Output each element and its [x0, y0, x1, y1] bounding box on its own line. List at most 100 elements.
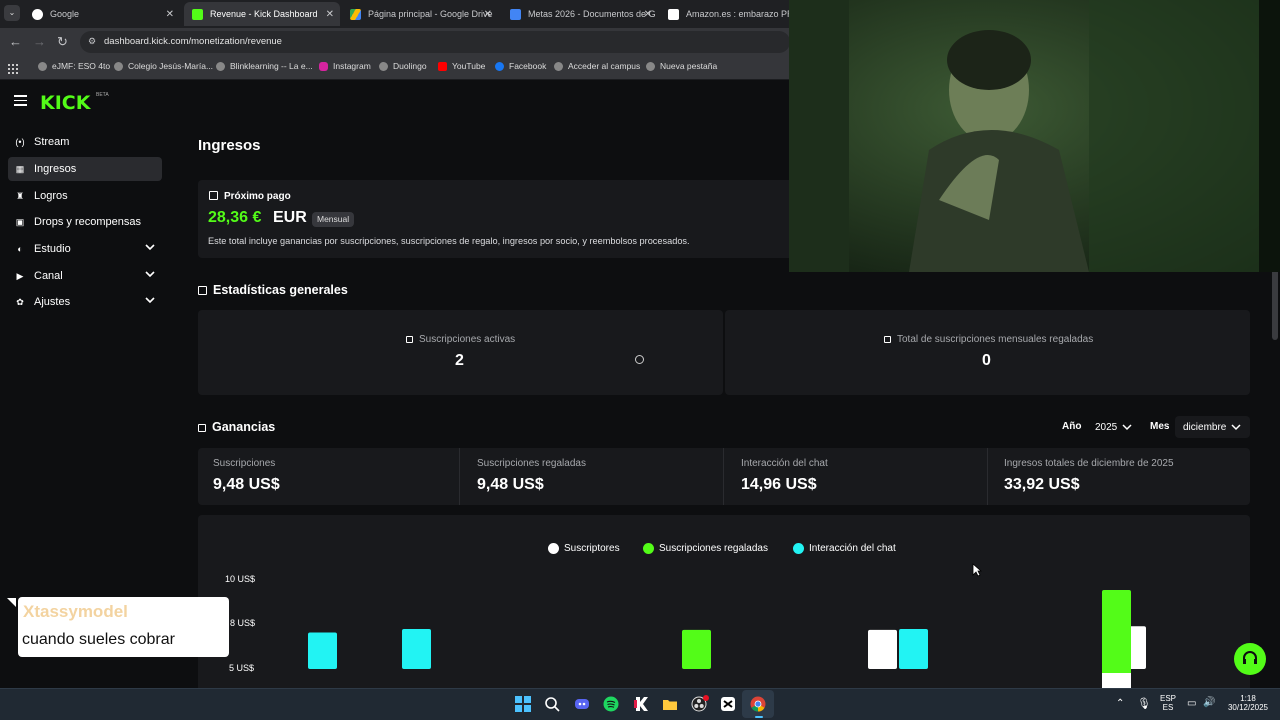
wallet-icon — [209, 191, 218, 200]
gifted-subs-label: Total de suscripciones mensuales regalad… — [884, 334, 1093, 345]
tab-google-drive[interactable]: Página principal - Google Drive ✕ — [342, 2, 498, 26]
tab-search-button[interactable]: ⌄ — [4, 5, 20, 21]
back-icon[interactable]: ← — [9, 34, 22, 49]
divider — [723, 448, 724, 505]
sidebar-item-ajustes[interactable]: ✿ Ajustes — [8, 290, 162, 314]
bookmark-ejmf[interactable]: eJMF: ESO 4to — [38, 61, 110, 71]
legend-swatch — [643, 543, 654, 554]
bookmark-colegio[interactable]: Colegio Jesús-María... — [114, 61, 213, 71]
windows-start-icon[interactable] — [515, 696, 531, 712]
menu-icon[interactable] — [14, 95, 27, 106]
amazon-icon — [668, 8, 679, 20]
legend-swatch — [548, 543, 559, 554]
tray-overflow-icon[interactable]: ⌃ — [1116, 698, 1124, 709]
site-info-icon[interactable]: ⚙ — [88, 36, 96, 47]
tab-google-docs[interactable]: Metas 2026 - Documentos de G ✕ — [502, 2, 658, 26]
gear-icon: ✿ — [16, 296, 24, 307]
chrome-icon[interactable] — [750, 696, 766, 712]
bookmark-blinklearning[interactable]: Blinklearning -- La e... — [216, 61, 313, 71]
legend-chat-interaction[interactable]: Interacción del chat — [793, 543, 896, 554]
close-tab-icon[interactable]: ✕ — [484, 9, 492, 20]
bookmark-duolingo[interactable]: Duolingo — [379, 61, 427, 71]
active-subs-label: Suscripciones activas — [406, 334, 515, 345]
webcam-overlay — [789, 0, 1280, 272]
chat-bubble-tail — [7, 598, 16, 607]
sidebar-item-logros[interactable]: ♜ Logros — [8, 184, 162, 208]
mouse-cursor-icon — [972, 563, 982, 577]
kick-app-icon[interactable] — [633, 696, 649, 712]
earnings-subs-value: 9,48 US$ — [213, 476, 280, 493]
discord-icon[interactable] — [574, 696, 590, 712]
support-chat-button[interactable] — [1234, 643, 1266, 675]
chart-bar[interactable] — [402, 628, 431, 669]
month-label: Mes — [1150, 421, 1170, 432]
forward-icon[interactable]: → — [33, 34, 46, 49]
close-tab-icon[interactable]: ✕ — [326, 9, 334, 20]
close-tab-icon[interactable]: ✕ — [644, 9, 652, 20]
sidebar-item-drops[interactable]: ▣ Drops y recompensas — [8, 210, 162, 234]
kick-logo[interactable]: KICK — [40, 92, 90, 114]
month-select[interactable]: diciembre — [1175, 416, 1251, 438]
drive-icon — [350, 8, 361, 20]
payout-currency: EUR — [273, 209, 307, 226]
sidebar-item-estudio[interactable]: ◐ Estudio — [8, 237, 162, 261]
year-label: Año — [1062, 421, 1082, 432]
search-icon[interactable] — [544, 696, 560, 712]
active-subs-value: 2 — [455, 352, 464, 369]
gifted-subs-value: 0 — [982, 352, 991, 369]
apps-grid-icon[interactable] — [8, 61, 18, 74]
chevron-down-icon — [1231, 424, 1241, 431]
chart-bar[interactable] — [868, 629, 897, 669]
reload-icon[interactable]: ↻ — [57, 34, 68, 50]
beta-badge: BETA — [96, 92, 109, 98]
bookmark-nueva-pestana[interactable]: Nueva pestaña — [646, 61, 717, 71]
chart-icon — [198, 424, 206, 432]
chart-bar[interactable] — [308, 632, 337, 669]
year-select[interactable]: 2025 — [1087, 416, 1141, 438]
chart-bar[interactable] — [682, 629, 711, 669]
tab-amazon[interactable]: Amazon.es : embarazo PROTE — [660, 2, 790, 26]
earnings-chart — [308, 590, 1146, 688]
bookmark-youtube[interactable]: YouTube — [438, 61, 485, 71]
tab-kick-dashboard[interactable]: Revenue - Kick Dashboard ✕ — [184, 2, 340, 26]
chart-bar-stack-segment[interactable] — [1102, 673, 1131, 688]
bookmark-campus[interactable]: Acceder al campus — [554, 61, 640, 71]
broadcast-icon: (•) — [15, 137, 25, 147]
bookmark-instagram[interactable]: Instagram — [319, 61, 371, 71]
network-icon[interactable]: ▭ — [1187, 698, 1196, 709]
clock[interactable]: 1:18 30/12/2025 — [1224, 694, 1272, 712]
language-indicator[interactable]: ESP ES — [1160, 694, 1176, 712]
legend-subscribers[interactable]: Suscriptores — [548, 543, 620, 554]
chat-message: cuando sueles cobrar — [22, 631, 175, 648]
file-explorer-icon[interactable] — [662, 696, 678, 712]
instagram-icon — [319, 61, 328, 71]
chart-bar[interactable] — [899, 628, 928, 669]
notification-dot — [703, 695, 709, 701]
divider — [459, 448, 460, 505]
globe-icon — [38, 61, 47, 71]
sidebar-item-canal[interactable]: ▶ Canal — [8, 264, 162, 288]
chat-username: Xtassymodel — [23, 602, 128, 621]
sidebar-item-ingresos[interactable]: ▦ Ingresos — [8, 157, 162, 181]
channel-icon: ▶ — [16, 270, 24, 281]
microphone-icon[interactable]: 🎙 — [1137, 697, 1151, 710]
earnings-gifted-value: 9,48 US$ — [477, 476, 544, 493]
bookmark-facebook[interactable]: Facebook — [495, 61, 546, 71]
close-tab-icon[interactable]: ✕ — [166, 9, 174, 20]
spotify-icon[interactable] — [603, 696, 619, 712]
page-title: Ingresos — [198, 137, 261, 154]
tab-google[interactable]: Google ✕ — [24, 2, 180, 26]
facebook-icon — [495, 61, 504, 71]
volume-icon[interactable]: 🔊 — [1203, 697, 1215, 708]
payout-frequency-badge: Mensual — [312, 212, 355, 227]
globe-icon — [216, 61, 225, 71]
youtube-icon — [438, 61, 447, 71]
earnings-gifted-label: Suscripciones regaladas — [477, 458, 586, 469]
sidebar-item-stream[interactable]: (•) Stream — [8, 130, 162, 154]
chart-icon — [406, 336, 413, 343]
chevron-down-icon — [1122, 424, 1132, 431]
legend-gifted-subs[interactable]: Suscripciones regaladas — [643, 543, 768, 554]
globe-icon — [646, 61, 655, 71]
capcut-icon[interactable] — [720, 696, 736, 712]
globe-icon — [554, 61, 563, 71]
